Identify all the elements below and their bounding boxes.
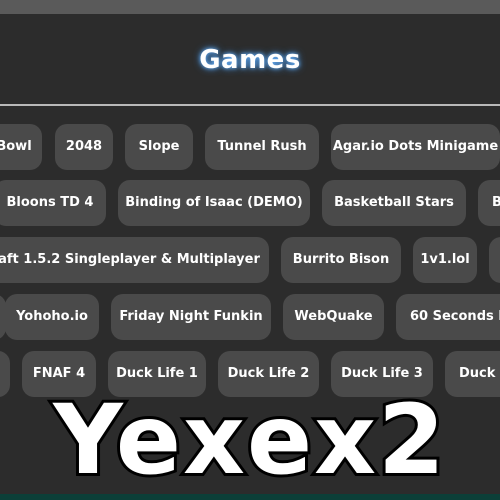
game-button-slope[interactable]: Slope: [125, 124, 193, 170]
game-button-60-seconds[interactable]: 60 Seconds B: [396, 294, 500, 340]
game-button-tunnel-rush[interactable]: Tunnel Rush: [205, 124, 319, 170]
game-button-1v1-lol[interactable]: 1v1.lol: [413, 237, 477, 283]
game-button-bloons-td-4[interactable]: Bloons TD 4: [0, 180, 106, 226]
bottom-strip: [0, 494, 500, 500]
game-button-bowl[interactable]: Bowl: [0, 124, 42, 170]
game-button-partial-r3[interactable]: [489, 237, 500, 283]
yexex2-overlay-text: Yexex2: [50, 381, 448, 499]
game-button-agario-dots[interactable]: Agar.io Dots Minigame: [331, 124, 500, 170]
page-title: Games: [199, 45, 301, 75]
game-button-friday-night-funkin[interactable]: Friday Night Funkin: [111, 294, 271, 340]
game-button-webquake[interactable]: WebQuake: [283, 294, 384, 340]
title-divider: [0, 104, 500, 106]
game-button-2048[interactable]: 2048: [55, 124, 113, 170]
browser-top-bar: [0, 0, 500, 14]
game-button-basketball-stars[interactable]: Basketball Stars: [322, 180, 466, 226]
game-button-eaglercraft[interactable]: craft 1.5.2 Singleplayer & Multiplayer: [0, 237, 269, 283]
game-button-yohoho[interactable]: Yohoho.io: [5, 294, 99, 340]
game-button-partial-b[interactable]: B: [478, 180, 500, 226]
game-button-burrito-bison[interactable]: Burrito Bison: [281, 237, 401, 283]
game-button-binding-of-isaac[interactable]: Binding of Isaac (DEMO): [118, 180, 310, 226]
